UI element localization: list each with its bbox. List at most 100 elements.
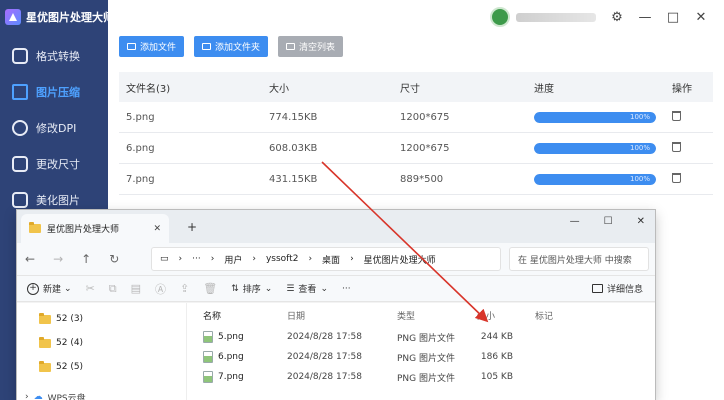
sort-button[interactable]: ⇅ 排序 ⌄ [231, 282, 272, 296]
cloud-icon: ☁ [33, 392, 43, 400]
details-pane-button[interactable]: 详细信息 [591, 282, 643, 295]
file-add-icon [127, 43, 136, 50]
explorer-close-icon[interactable]: ✕ [637, 216, 645, 227]
clear-list-button[interactable]: 清空列表 [278, 36, 344, 57]
col-name[interactable]: 名称 [189, 309, 287, 322]
tree-item[interactable]: 52 (5) [17, 355, 186, 379]
png-file-icon [203, 331, 213, 343]
cell-progress: 100% [527, 173, 666, 185]
file-size: 186 KB [480, 352, 513, 362]
col-size[interactable]: 大小 [477, 309, 531, 322]
breadcrumb-item[interactable]: yssoft2 [266, 254, 298, 264]
file-row[interactable]: 7.png 2024/8/28 17:58 PNG 图片文件 105 KB [189, 367, 655, 387]
col-filename: 文件名(3) [126, 83, 171, 95]
file-type: PNG 图片文件 [397, 353, 455, 364]
share-icon[interactable]: ⇪ [180, 282, 189, 295]
search-placeholder: 在 星优图片处理大师 中搜索 [518, 255, 632, 266]
delete-icon[interactable] [672, 141, 681, 152]
view-button[interactable]: ☰ 查看 ⌄ [286, 282, 328, 296]
forward-arrow-icon[interactable]: → [53, 252, 63, 266]
beautify-icon [12, 192, 28, 208]
breadcrumb-sep-icon: › [308, 254, 313, 264]
copy-icon[interactable]: ⧉ [109, 282, 117, 296]
progress-text: 100% [629, 112, 650, 121]
progress-bar: 100% [534, 142, 656, 154]
view-icon: ☰ [286, 283, 295, 294]
explorer-minimize-icon[interactable]: — [570, 216, 580, 227]
nav-item-resize[interactable]: 更改尺寸 [0, 146, 108, 182]
file-type: PNG 图片文件 [397, 333, 455, 344]
nav-item-image-compress[interactable]: 图片压缩 [0, 74, 108, 110]
tree-item[interactable]: 52 (4) [17, 331, 186, 355]
paste-icon[interactable]: ▤ [131, 282, 141, 295]
rename-icon[interactable]: Ⓐ [155, 281, 166, 297]
settings-icon[interactable]: ⚙ [610, 10, 624, 24]
explorer-tab-title: 星优图片处理大师 [47, 225, 120, 235]
nav-item-format-convert[interactable]: 格式转换 [0, 38, 108, 74]
file-date: 2024/8/28 17:58 [287, 372, 362, 382]
breadcrumb-item[interactable]: 桌面 [322, 253, 340, 266]
blurred-username [516, 12, 596, 22]
breadcrumb-item[interactable]: 用户 [224, 253, 242, 266]
clear-list-label: 清空列表 [299, 43, 336, 53]
cut-icon[interactable]: ✂ [86, 282, 95, 295]
cell-size: 774.15KB [269, 111, 318, 123]
explorer-tab[interactable]: 星优图片处理大师 ✕ [21, 214, 169, 243]
col-tag[interactable]: 标记 [531, 309, 591, 322]
add-folder-label: 添加文件夹 [215, 43, 261, 53]
file-list-header: 名称 日期 类型 大小 标记 [189, 303, 655, 327]
sort-label: 排序 [242, 285, 261, 295]
back-arrow-icon[interactable]: ← [25, 252, 35, 266]
new-tab-icon[interactable]: + [187, 220, 197, 234]
new-label: 新建 [43, 285, 62, 295]
breadcrumb-sep-icon: › [210, 254, 215, 264]
breadcrumb-item[interactable]: 星优图片处理大师 [364, 253, 436, 266]
png-file-icon [203, 371, 213, 383]
add-folder-button[interactable]: 添加文件夹 [194, 36, 269, 57]
clear-icon [286, 43, 296, 50]
app-titlebar: ⚙ — □ ✕ [474, 0, 724, 34]
cell-filename: 6.png [126, 142, 155, 154]
minimize-icon[interactable]: — [638, 10, 652, 24]
maximize-icon[interactable]: □ [666, 10, 680, 24]
cell-actions [666, 110, 713, 124]
tree-label: 52 (3) [56, 314, 84, 324]
folder-add-icon [202, 43, 212, 50]
new-button[interactable]: + 新建 ⌄ [27, 282, 72, 295]
tab-close-icon[interactable]: ✕ [153, 224, 161, 234]
close-icon[interactable]: ✕ [694, 10, 708, 24]
avatar[interactable] [490, 7, 510, 27]
folder-icon [39, 360, 51, 372]
tree-label: 52 (4) [56, 338, 84, 348]
col-date[interactable]: 日期 [287, 309, 397, 322]
file-name: 6.png [218, 352, 244, 362]
nav-item-modify-dpi[interactable]: 修改DPI [0, 110, 108, 146]
address-bar[interactable]: ▭ › ··· › 用户 › yssoft2 › 桌面 › 星优图片处理大师 [151, 247, 501, 271]
progress-text: 100% [629, 143, 650, 152]
table-header: 文件名(3) 大小 尺寸 进度 操作 [119, 72, 713, 102]
tree-item-wps-cloud[interactable]: › ☁ WPS云盘 [17, 385, 186, 400]
breadcrumb-more-icon[interactable]: ··· [192, 254, 201, 264]
add-file-button[interactable]: 添加文件 [119, 36, 185, 57]
tree-item[interactable]: 52 (3) [17, 307, 186, 331]
app-title: 星优图片处理大师 [26, 11, 108, 24]
plus-icon: + [27, 282, 39, 295]
file-row[interactable]: 5.png 2024/8/28 17:58 PNG 图片文件 244 KB [189, 327, 655, 347]
explorer-maximize-icon[interactable]: ☐ [604, 216, 613, 227]
explorer-search-input[interactable]: 在 星优图片处理大师 中搜索 [509, 247, 649, 271]
delete-icon[interactable]: 🗑 [203, 282, 217, 295]
folder-icon [29, 222, 41, 233]
cell-filename: 5.png [126, 111, 155, 123]
up-arrow-icon[interactable]: ↑ [81, 252, 91, 266]
more-options-icon[interactable]: ··· [342, 284, 351, 294]
delete-icon[interactable] [672, 110, 681, 121]
delete-icon[interactable] [672, 172, 681, 183]
file-date: 2024/8/28 17:58 [287, 352, 362, 362]
col-type[interactable]: 类型 [397, 309, 477, 322]
col-dimensions: 尺寸 [400, 83, 420, 95]
file-row[interactable]: 6.png 2024/8/28 17:58 PNG 图片文件 186 KB [189, 347, 655, 367]
refresh-icon[interactable]: ↻ [109, 252, 119, 266]
file-name: 5.png [218, 332, 244, 342]
cell-filename: 7.png [126, 173, 155, 185]
app-title-bar: 星优图片处理大师 [0, 0, 108, 34]
